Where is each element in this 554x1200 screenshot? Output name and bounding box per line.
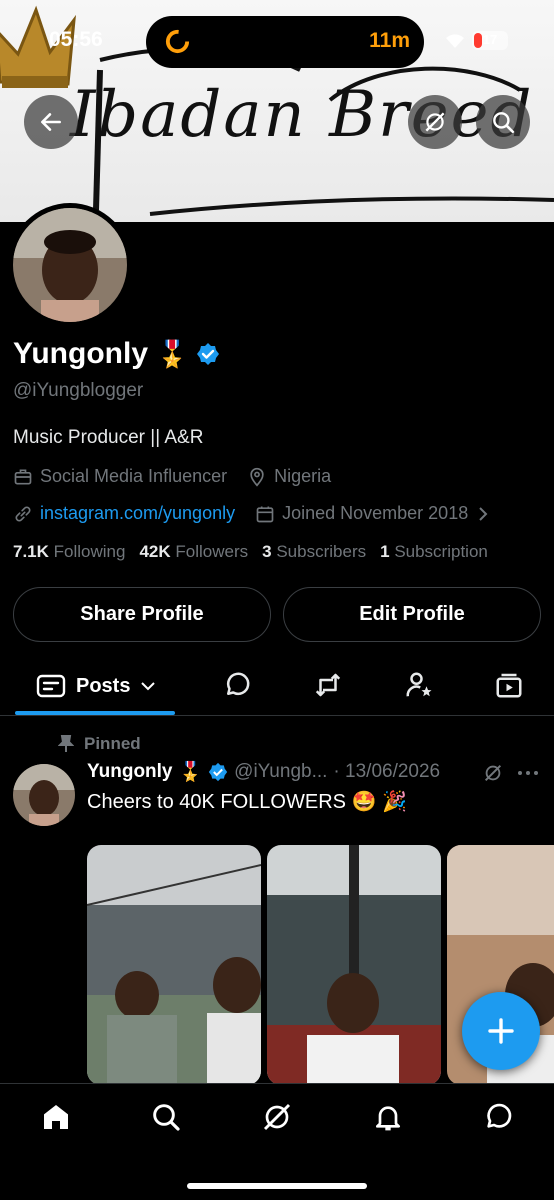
- post-media-1[interactable]: [87, 845, 261, 1085]
- back-button[interactable]: [24, 95, 78, 149]
- activity-ring-icon: [165, 29, 190, 54]
- posts-tab-icon: [36, 674, 66, 698]
- profile-name-row: Yungonly 🎖️: [13, 337, 220, 371]
- profile-website-link[interactable]: instagram.com/yungonly: [40, 503, 235, 524]
- home-indicator[interactable]: [187, 1183, 367, 1189]
- tab-active-indicator: [15, 711, 175, 715]
- repost-tab-icon[interactable]: [312, 670, 344, 700]
- medal-emoji: 🎖️: [156, 338, 189, 369]
- post-text: Cheers to 40K FOLLOWERS 🤩 🎉: [87, 791, 407, 813]
- home-icon[interactable]: [40, 1101, 72, 1133]
- compose-plus-icon: [488, 1018, 514, 1044]
- reply-tab-icon[interactable]: [222, 670, 252, 700]
- battery-level: 17: [482, 32, 498, 47]
- profile-handle: @iYungblogger: [13, 380, 144, 401]
- avatar-photo: [13, 208, 127, 322]
- subscribers-stat[interactable]: 3 Subscribers: [262, 542, 366, 562]
- grok-nav-icon[interactable]: [261, 1101, 293, 1133]
- notifications-icon[interactable]: [372, 1101, 404, 1133]
- post-date: · 13/06/2026: [333, 761, 441, 782]
- more-icon[interactable]: [517, 764, 539, 782]
- location-pin-icon: [247, 467, 267, 487]
- compose-button[interactable]: [462, 992, 540, 1070]
- post-header: Yungonly 🎖️ @iYungb... · 13/06/2026: [87, 760, 440, 784]
- affiliates-tab-icon[interactable]: [404, 670, 434, 700]
- following-stat[interactable]: 7.1K Following: [13, 542, 125, 562]
- grok-icon[interactable]: [482, 762, 504, 784]
- search-button[interactable]: [476, 95, 530, 149]
- status-time: 05:56: [49, 28, 103, 51]
- profile-stats: 7.1K Following 42K Followers 3 Subscribe…: [13, 542, 488, 562]
- post-media-2[interactable]: [267, 845, 441, 1085]
- edit-profile-button[interactable]: Edit Profile: [283, 587, 541, 642]
- back-arrow-icon: [41, 113, 61, 131]
- verified-badge-icon[interactable]: [196, 342, 220, 366]
- pinned-label: Pinned: [84, 734, 141, 753]
- post-medal-emoji: 🎖️: [178, 762, 203, 783]
- meta-row-1: Social Media Influencer Nigeria: [13, 466, 331, 487]
- subscription-stat[interactable]: 1 Subscription: [380, 542, 488, 562]
- activity-timer: 11m: [369, 29, 410, 52]
- tab-posts-label: Posts: [76, 674, 131, 697]
- pinned-label-row: Pinned: [58, 734, 141, 754]
- grok-button[interactable]: [408, 95, 462, 149]
- post-avatar-photo: [13, 764, 75, 826]
- post-avatar[interactable]: [13, 764, 75, 826]
- media-photo-1: [87, 845, 261, 1085]
- wifi-icon: [446, 34, 464, 48]
- chevron-down-icon[interactable]: [140, 680, 156, 692]
- link-icon: [13, 504, 33, 524]
- media-tab-icon[interactable]: [494, 670, 524, 700]
- search-icon: [493, 112, 515, 134]
- profile-category: Social Media Influencer: [40, 466, 228, 486]
- post-author-name[interactable]: Yungonly: [87, 761, 173, 783]
- explore-icon[interactable]: [150, 1101, 182, 1133]
- tab-posts[interactable]: Posts: [36, 673, 156, 699]
- battery-indicator: 17: [472, 31, 508, 50]
- briefcase-icon: [13, 467, 33, 487]
- chevron-right-icon[interactable]: [476, 505, 490, 523]
- messages-icon[interactable]: [482, 1101, 514, 1133]
- profile-name: Yungonly: [13, 337, 148, 370]
- dynamic-island[interactable]: 11m: [146, 16, 424, 68]
- share-profile-button[interactable]: Share Profile: [13, 587, 271, 642]
- profile-tabs: Posts: [0, 660, 554, 716]
- profile-bio: Music Producer || A&R: [13, 427, 204, 448]
- profile-location: Nigeria: [274, 466, 332, 486]
- post-author-handle[interactable]: @iYungb...: [234, 761, 327, 783]
- media-photo-2: [267, 845, 441, 1085]
- meta-row-2: instagram.com/yungonly Joined November 2…: [13, 503, 497, 524]
- verified-badge-icon[interactable]: [208, 762, 228, 782]
- followers-stat[interactable]: 42K Followers: [139, 542, 248, 562]
- profile-joined[interactable]: Joined November 2018: [282, 503, 468, 524]
- grok-icon: [425, 112, 445, 132]
- profile-avatar[interactable]: [8, 203, 132, 327]
- calendar-icon: [255, 504, 275, 524]
- pin-icon: [58, 735, 74, 752]
